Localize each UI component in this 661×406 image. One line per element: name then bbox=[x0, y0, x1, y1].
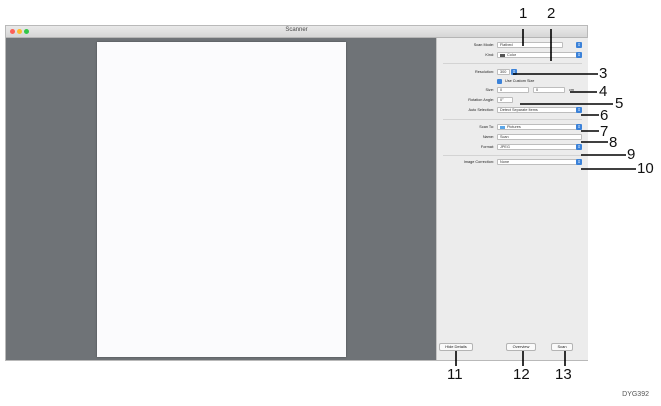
callout-13: 13 bbox=[555, 366, 572, 383]
callout-lines bbox=[455, 29, 636, 366]
callout-12: 12 bbox=[513, 366, 530, 383]
callout-5: 5 bbox=[615, 95, 624, 112]
callout-4: 4 bbox=[599, 83, 608, 100]
callout-8: 8 bbox=[609, 134, 618, 151]
callout-2: 2 bbox=[547, 5, 556, 22]
callout-1: 1 bbox=[519, 5, 528, 22]
figure-code: DYG392 bbox=[622, 391, 649, 398]
callout-7: 7 bbox=[600, 123, 609, 140]
callout-11: 11 bbox=[447, 366, 463, 383]
callout-6: 6 bbox=[600, 107, 609, 124]
callout-3: 3 bbox=[599, 65, 608, 82]
callout-10: 10 bbox=[637, 160, 654, 177]
callout-9: 9 bbox=[627, 146, 636, 163]
